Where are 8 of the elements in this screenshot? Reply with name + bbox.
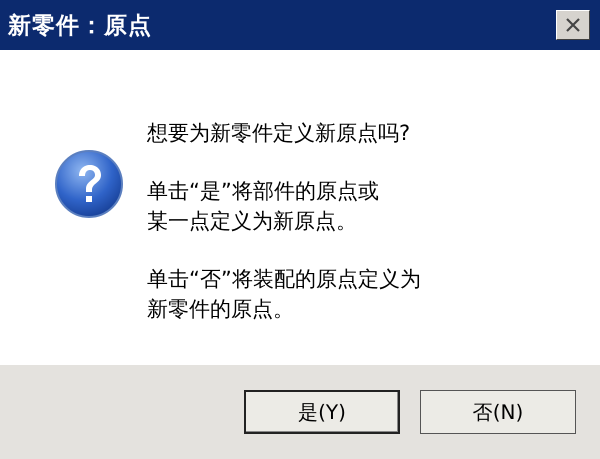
dialog-button[interactable]: 否(N) xyxy=(420,390,576,434)
close-button[interactable] xyxy=(556,10,590,40)
window-title: 新零件：原点 xyxy=(8,12,152,40)
question-text: 想要为新零件定义新原点吗? xyxy=(147,120,412,147)
message-text: 单击“否”将装配的原点定义为 新零件的原点。 xyxy=(147,266,421,323)
message-text: 单击“是”将部件的原点或 某一点定义为新原点。 xyxy=(147,178,380,235)
question-icon xyxy=(53,148,125,220)
dialog-button[interactable]: 是(Y) xyxy=(244,390,400,434)
